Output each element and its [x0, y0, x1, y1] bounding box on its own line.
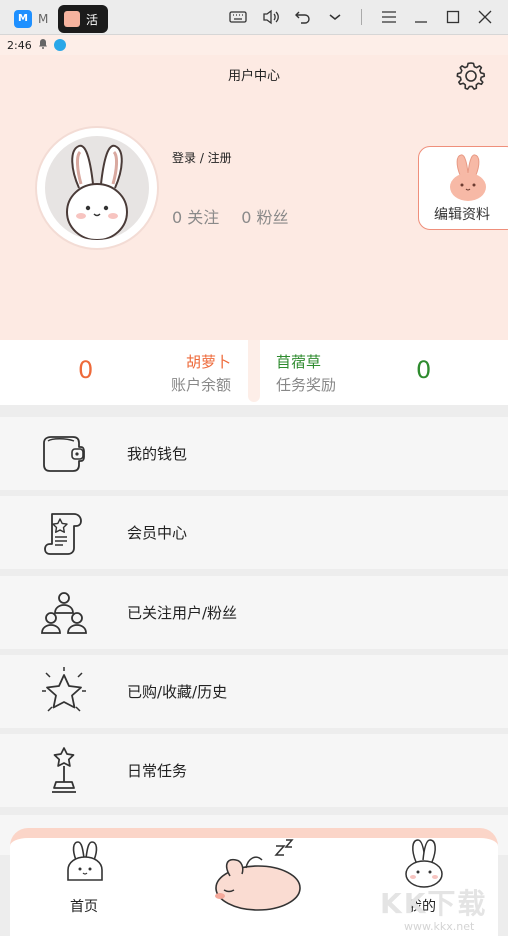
app-tab-label: 活 — [86, 12, 99, 27]
home-bunny-icon — [64, 840, 106, 884]
emulator-tab-label: M — [38, 12, 49, 26]
menu-item-label: 我的钱包 — [127, 445, 188, 463]
task-reward-label: 任务奖励 — [276, 376, 337, 394]
avatar[interactable] — [35, 126, 159, 250]
menu-item-label: 会员中心 — [127, 524, 188, 542]
menu-item-membership[interactable]: 会员中心 — [0, 496, 508, 569]
notification-bell-icon — [38, 38, 48, 52]
status-bar: 2:46 — [0, 35, 508, 55]
carrot-currency-name: 胡萝卜 — [186, 353, 232, 371]
app-screen: M M 活 2:46 用户中心 登录 / 注册 0 关注 0 粉丝 编辑资料 0… — [0, 0, 508, 936]
fans-count[interactable]: 0 粉丝 — [241, 204, 288, 228]
maximize-icon[interactable] — [444, 8, 462, 26]
follow-count[interactable]: 0 关注 — [172, 204, 219, 228]
page-title: 用户中心 — [227, 69, 280, 84]
bunny-mascot-icon — [445, 153, 491, 201]
wallet-icon — [38, 427, 90, 479]
titlebar-divider — [361, 9, 362, 25]
bunny-avatar-icon — [45, 136, 149, 240]
follow-stats: 0 关注 0 粉丝 — [172, 204, 289, 228]
menu-icon[interactable] — [380, 8, 398, 26]
balance-divider — [248, 340, 260, 402]
menu-item-label: 已关注用户/粉丝 — [127, 604, 238, 622]
users-icon — [38, 586, 90, 638]
emulator-tab-app[interactable]: 活 — [58, 5, 108, 33]
menu-item-wallet[interactable]: 我的钱包 — [0, 417, 508, 490]
undo-icon[interactable] — [294, 8, 312, 26]
nav-home-button[interactable]: 首页 — [54, 838, 114, 928]
emulator-logo-icon: M — [14, 10, 32, 28]
profile-header: 用户中心 登录 / 注册 0 关注 0 粉丝 编辑资料 — [0, 55, 508, 340]
chevron-down-icon[interactable] — [326, 8, 344, 26]
watermark-logo: KK下载 — [380, 887, 488, 920]
keyboard-icon[interactable] — [229, 8, 247, 26]
balance-strip: 0 胡萝卜 账户余额 苜蓿草 任务奖励 0 — [0, 340, 508, 405]
menu-item-label: 已购/收藏/历史 — [127, 683, 228, 701]
scroll-star-icon — [38, 506, 90, 558]
app-notification-icon — [53, 39, 66, 51]
account-balance-label: 账户余额 — [171, 376, 232, 394]
volume-icon[interactable] — [262, 8, 280, 26]
emulator-titlebar: M M 活 — [0, 0, 508, 35]
close-icon[interactable] — [476, 8, 494, 26]
edit-profile-label: 编辑资料 — [434, 207, 490, 223]
menu-item-followed-users[interactable]: 已关注用户/粉丝 — [0, 576, 508, 649]
menu-item-purchased-history[interactable]: 已购/收藏/历史 — [0, 655, 508, 728]
menu-item-label: 日常任务 — [127, 762, 188, 780]
status-time: 2:46 — [7, 38, 32, 52]
watermark-url: www.kkx.net — [404, 920, 475, 933]
app-tab-icon — [64, 11, 80, 27]
minimize-icon[interactable] — [412, 8, 430, 26]
edit-profile-button[interactable]: 编辑资料 — [418, 146, 508, 230]
carrot-balance-value: 0 — [78, 356, 94, 384]
star-burst-icon — [38, 665, 90, 717]
sleeping-bunny-icon[interactable] — [206, 838, 306, 918]
menu-item-daily-tasks[interactable]: 日常任务 — [0, 734, 508, 807]
login-register-link[interactable]: 登录 / 注册 — [172, 149, 232, 166]
emulator-tab-home[interactable]: M M — [14, 5, 48, 33]
nav-home-label: 首页 — [70, 899, 98, 915]
clover-balance-value: 0 — [416, 356, 432, 384]
settings-gear-icon[interactable] — [453, 58, 489, 94]
clover-currency-name: 苜蓿草 — [276, 353, 322, 371]
mine-bunny-icon — [402, 838, 446, 888]
trophy-icon — [38, 744, 90, 796]
